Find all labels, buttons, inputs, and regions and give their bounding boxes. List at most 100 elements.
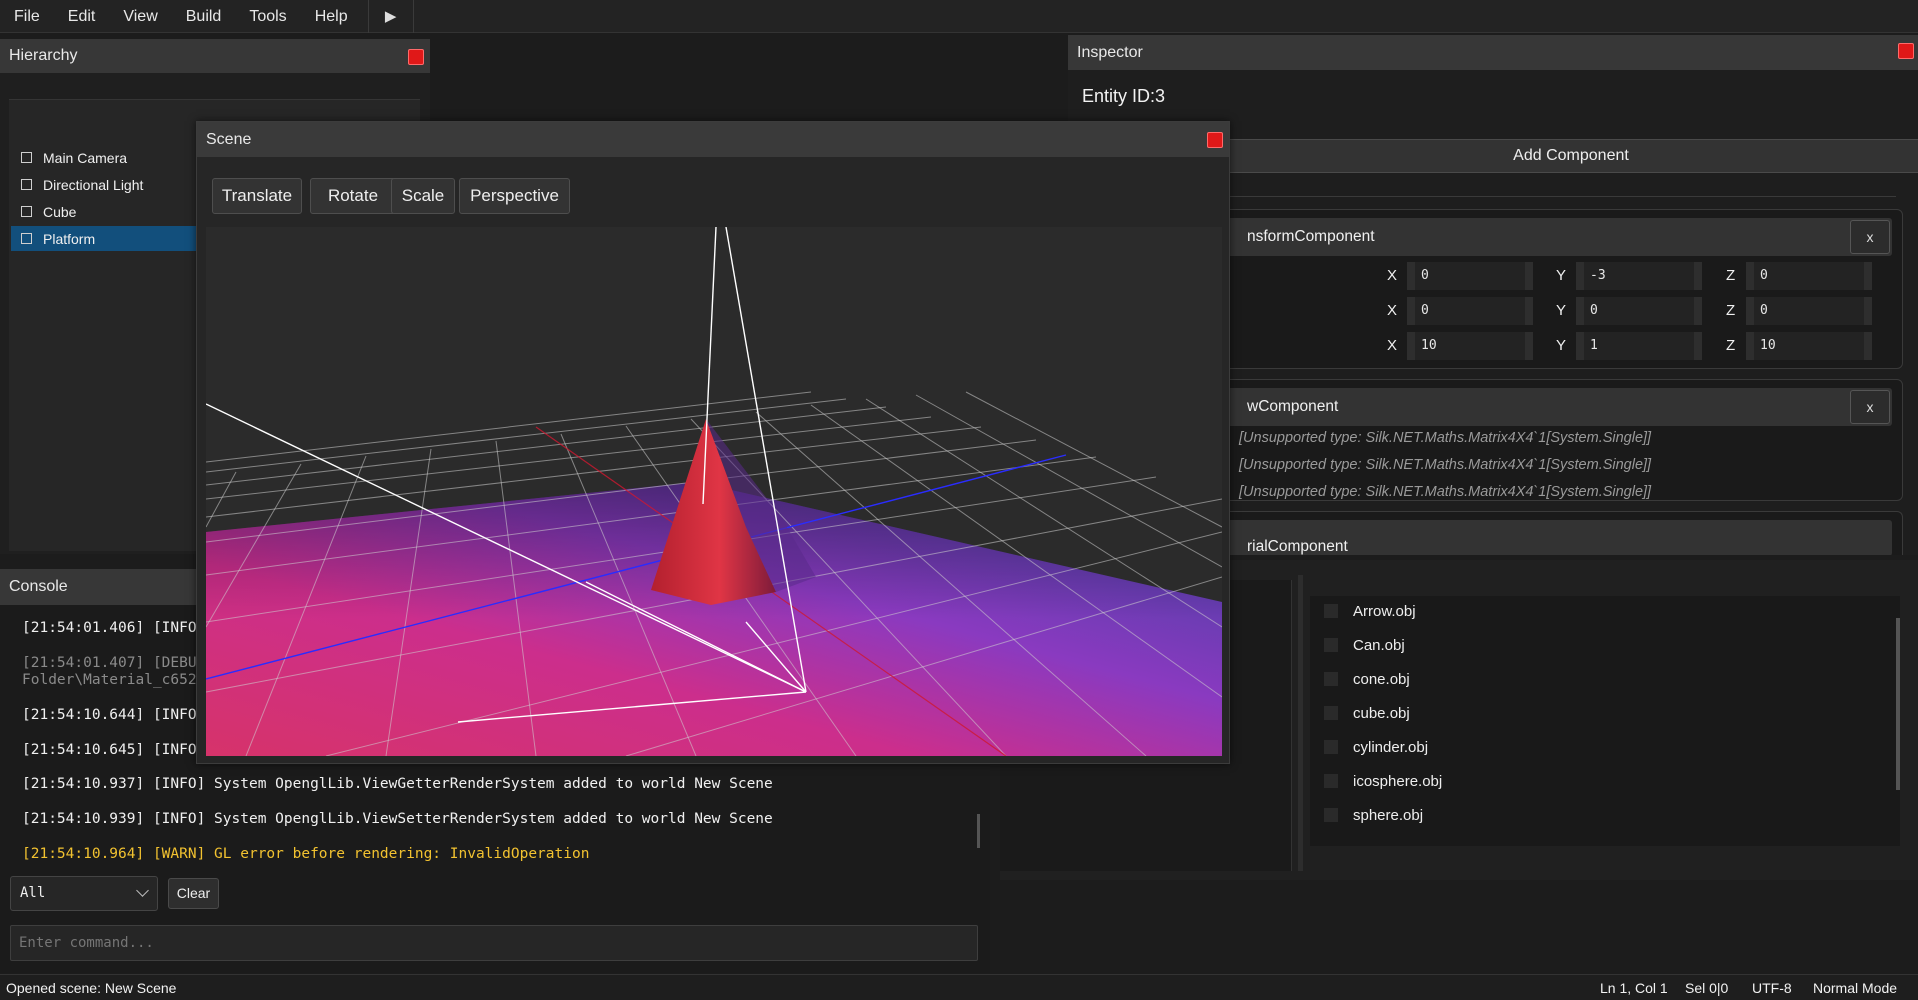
- asset-file-list: Arrow.obj Can.obj cone.obj cube.obj cyli…: [1310, 596, 1900, 846]
- asset-item-cylinder[interactable]: cylinder.obj: [1324, 733, 1428, 761]
- inspector-title: Inspector: [1077, 43, 1143, 61]
- log-line: Folder\Material_c6529: [22, 672, 206, 688]
- asset-item-label: cylinder.obj: [1353, 738, 1429, 756]
- scene-render[interactable]: [206, 227, 1222, 756]
- view-component-title: wComponent: [1247, 398, 1339, 415]
- menu-file[interactable]: File: [0, 0, 54, 33]
- rotation-x-field[interactable]: 0: [1407, 297, 1533, 325]
- asset-item-label: icosphere.obj: [1353, 772, 1443, 790]
- menu-edit[interactable]: Edit: [54, 0, 110, 33]
- file-icon: [1324, 774, 1338, 788]
- rotate-button[interactable]: Rotate: [310, 178, 396, 214]
- file-icon: [1324, 706, 1338, 720]
- hierarchy-item-label: Cube: [43, 203, 77, 220]
- x-label: X: [1387, 337, 1398, 354]
- log-level-select[interactable]: All: [10, 876, 158, 911]
- x-label: X: [1387, 302, 1398, 319]
- encoding-indicator: UTF-8: [1752, 980, 1792, 996]
- log-level-value: All: [20, 885, 46, 901]
- status-bar: Opened scene: New Scene Ln 1, Col 1 Sel …: [0, 974, 1918, 1000]
- asset-item-label: cube.obj: [1353, 704, 1410, 722]
- rotation-z-field[interactable]: 0: [1746, 297, 1872, 325]
- position-y-field[interactable]: -3: [1576, 262, 1702, 290]
- file-icon: [1324, 638, 1338, 652]
- y-label: Y: [1556, 337, 1567, 354]
- perspective-button[interactable]: Perspective: [459, 178, 570, 214]
- asset-item-label: cone.obj: [1353, 670, 1410, 688]
- scene-header[interactable]: Scene: [197, 122, 1229, 157]
- status-message: Opened scene: New Scene: [6, 980, 177, 996]
- hierarchy-close-button[interactable]: [408, 49, 424, 65]
- menu-build[interactable]: Build: [172, 0, 236, 33]
- menu-view[interactable]: View: [109, 0, 171, 33]
- material-component-title: rialComponent: [1247, 538, 1348, 555]
- log-line: [21:54:10.964] [WARN] GL error before re…: [22, 846, 590, 862]
- unsupported-field: [Unsupported type: Silk.NET.Maths.Matrix…: [1239, 430, 1652, 446]
- entity-checkbox-icon: [21, 206, 32, 217]
- asset-item-can[interactable]: Can.obj: [1324, 631, 1405, 659]
- entity-id: Entity ID:3: [1082, 86, 1166, 106]
- transform-component-title: nsformComponent: [1247, 228, 1375, 245]
- position-x-field[interactable]: 0: [1407, 262, 1533, 290]
- log-line: [21:54:10.645] [INFO]: [22, 742, 206, 758]
- unsupported-field: [Unsupported type: Silk.NET.Maths.Matrix…: [1239, 457, 1652, 473]
- hierarchy-title: Hierarchy: [9, 47, 78, 64]
- command-input[interactable]: [11, 926, 977, 960]
- y-label: Y: [1556, 302, 1567, 319]
- menu-help[interactable]: Help: [301, 0, 362, 33]
- log-line: [21:54:01.406] [INFO]: [22, 620, 206, 636]
- unsupported-field: [Unsupported type: Silk.NET.Maths.Matrix…: [1239, 484, 1652, 500]
- entity-checkbox-icon: [21, 152, 32, 163]
- file-icon: [1324, 808, 1338, 822]
- entity-checkbox-icon: [21, 233, 32, 244]
- asset-item-label: Arrow.obj: [1353, 602, 1416, 620]
- asset-item-cone[interactable]: cone.obj: [1324, 665, 1410, 693]
- asset-scrollbar[interactable]: [1896, 618, 1900, 790]
- console-scrollbar[interactable]: [977, 814, 980, 848]
- asset-item-sphere[interactable]: sphere.obj: [1324, 801, 1423, 829]
- position-z-field[interactable]: 0: [1746, 262, 1872, 290]
- scale-y-field[interactable]: 1: [1576, 332, 1702, 360]
- log-line: [21:54:10.939] [INFO] System OpenglLib.V…: [22, 811, 773, 827]
- file-icon: [1324, 740, 1338, 754]
- selection-info: Sel 0|0: [1685, 980, 1729, 996]
- inspector-close-button[interactable]: [1898, 43, 1914, 59]
- file-icon: [1324, 672, 1338, 686]
- scene-viewport[interactable]: [206, 227, 1222, 756]
- asset-item-label: sphere.obj: [1353, 806, 1424, 824]
- scale-x-field[interactable]: 10: [1407, 332, 1533, 360]
- hierarchy-item-label: Main Camera: [43, 149, 128, 166]
- play-button[interactable]: ▶: [367, 0, 414, 33]
- chevron-down-icon: [136, 884, 149, 897]
- asset-item-icosphere[interactable]: icosphere.obj: [1324, 767, 1442, 795]
- asset-item-cube[interactable]: cube.obj: [1324, 699, 1410, 727]
- rotation-y-field[interactable]: 0: [1576, 297, 1702, 325]
- scene-close-button[interactable]: [1207, 132, 1223, 148]
- cursor-position: Ln 1, Col 1: [1600, 980, 1668, 996]
- file-icon: [1324, 604, 1338, 618]
- log-line: [21:54:10.644] [INFO]: [22, 707, 206, 723]
- x-label: X: [1387, 267, 1398, 284]
- log-line: [21:54:01.407] [DEBUG: [22, 655, 206, 671]
- add-component-button[interactable]: Add Component: [1186, 139, 1918, 173]
- hierarchy-item-label: Directional Light: [43, 176, 144, 193]
- scale-z-field[interactable]: 10: [1746, 332, 1872, 360]
- command-field[interactable]: [10, 925, 978, 961]
- log-line: [21:54:10.937] [INFO] System OpenglLib.V…: [22, 776, 773, 792]
- translate-button[interactable]: Translate: [212, 178, 302, 214]
- z-label: Z: [1726, 267, 1736, 284]
- menu-bar: File Edit View Build Tools Help ▶: [0, 0, 1918, 33]
- scale-button[interactable]: Scale: [391, 178, 455, 214]
- asset-splitter[interactable]: [1298, 575, 1303, 871]
- hierarchy-item-label: Platform: [43, 230, 96, 247]
- asset-item-arrow[interactable]: Arrow.obj: [1324, 597, 1416, 625]
- remove-view-button[interactable]: x: [1850, 390, 1890, 424]
- play-icon: ▶: [384, 8, 397, 25]
- entity-checkbox-icon: [21, 179, 32, 190]
- remove-transform-button[interactable]: x: [1850, 220, 1890, 254]
- menu-tools[interactable]: Tools: [235, 0, 300, 33]
- hierarchy-header: Hierarchy: [0, 39, 430, 73]
- y-label: Y: [1556, 267, 1567, 284]
- clear-button[interactable]: Clear: [168, 878, 219, 909]
- console-title: Console: [9, 578, 68, 595]
